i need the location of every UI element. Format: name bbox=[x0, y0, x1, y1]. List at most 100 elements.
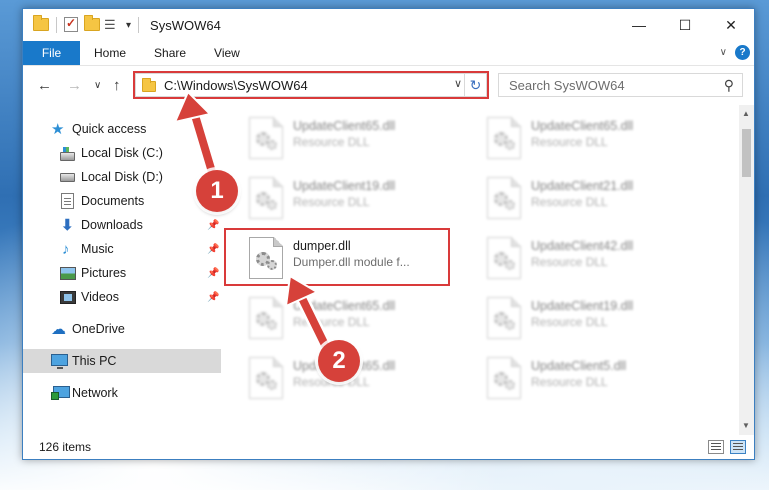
window-controls: — ☐ ✕ bbox=[616, 9, 754, 41]
pin-icon[interactable]: 📌 bbox=[207, 244, 219, 255]
dll-file-icon bbox=[487, 117, 521, 159]
file-tile[interactable]: UpdateClient65.dll Resource DLL bbox=[243, 293, 471, 347]
navigation-pane: ★ Quick access Local Disk (C:) ▪ Local D… bbox=[23, 105, 221, 435]
file-tile[interactable]: UpdateClient5.dll Resource DLL bbox=[481, 353, 709, 407]
sidebar-item-label: Downloads bbox=[81, 218, 143, 232]
step-1-callout: 1 bbox=[196, 170, 238, 212]
scroll-thumb[interactable] bbox=[742, 129, 751, 177]
view-switcher bbox=[708, 440, 746, 454]
address-row: ← → ∨ ↑ C:\Windows\SysWOW64 ∨ ↻ Search S… bbox=[23, 65, 754, 105]
sidebar-item-label: Quick access bbox=[72, 122, 147, 136]
music-icon: ♪ bbox=[62, 240, 70, 258]
up-button[interactable]: ↑ bbox=[113, 77, 121, 94]
address-highlight-box bbox=[133, 71, 489, 99]
ribbon-right-controls: ∨ ? bbox=[720, 45, 750, 60]
properties-icon[interactable] bbox=[64, 16, 80, 33]
sidebar-item-label: Network bbox=[72, 386, 118, 400]
window-title: SysWOW64 bbox=[150, 17, 221, 33]
search-input[interactable]: Search SysWOW64 ⚲ bbox=[498, 73, 743, 97]
file-name: UpdateClient19.dll bbox=[293, 179, 396, 193]
status-bar: 126 items bbox=[23, 435, 754, 459]
onedrive-icon: ☁ bbox=[51, 321, 66, 338]
sidebar-item-documents[interactable]: Documents ▪ bbox=[23, 189, 221, 213]
search-placeholder[interactable]: Search SysWOW64 bbox=[509, 78, 724, 93]
file-name: UpdateClient21.dll bbox=[531, 179, 634, 193]
qat-dropdown-icon[interactable]: ▾ bbox=[126, 20, 131, 31]
minimize-button[interactable]: — bbox=[616, 9, 662, 41]
step-2-callout: 2 bbox=[318, 340, 360, 382]
file-highlight-box bbox=[224, 228, 450, 286]
maximize-button[interactable]: ☐ bbox=[662, 9, 708, 41]
file-tile[interactable]: UpdateClient19.dll Resource DLL bbox=[243, 173, 471, 227]
file-name: UpdateClient65.dll bbox=[531, 119, 634, 133]
sidebar-item-label: Documents bbox=[81, 194, 145, 208]
file-tile[interactable]: UpdateClient65.dll Resource DLL bbox=[481, 113, 709, 167]
folder-icon bbox=[33, 15, 49, 33]
pictures-icon bbox=[60, 267, 76, 280]
pin-icon[interactable]: 📌 bbox=[207, 220, 219, 231]
sidebar-item-downloads[interactable]: ⬇ Downloads 📌 bbox=[23, 213, 221, 237]
file-tile[interactable]: UpdateClient42.dll Resource DLL bbox=[481, 233, 709, 287]
sidebar-item-music[interactable]: ♪ Music 📌 bbox=[23, 237, 221, 261]
back-button[interactable]: ← bbox=[37, 77, 52, 94]
star-icon: ★ bbox=[51, 121, 65, 138]
pin-icon[interactable]: 📌 bbox=[207, 292, 219, 303]
file-description: Resource DLL bbox=[293, 315, 370, 329]
network-icon bbox=[51, 386, 70, 400]
expand-ribbon-icon[interactable]: ∨ bbox=[720, 47, 727, 58]
pin-icon[interactable]: ▪ bbox=[207, 148, 211, 159]
sidebar-item-onedrive[interactable]: ☁ OneDrive bbox=[23, 317, 221, 341]
customize-toolbar-icon[interactable]: ☰ bbox=[104, 17, 120, 33]
file-tile[interactable]: UpdateClient65.dll Resource DLL bbox=[243, 113, 471, 167]
sidebar-item-pictures[interactable]: Pictures 📌 bbox=[23, 261, 221, 285]
file-description: Resource DLL bbox=[531, 195, 608, 209]
local-disk-icon bbox=[60, 147, 75, 161]
file-description: Resource DLL bbox=[531, 135, 608, 149]
sidebar-item-videos[interactable]: Videos 📌 bbox=[23, 285, 221, 309]
dll-file-icon bbox=[487, 177, 521, 219]
dll-file-icon bbox=[249, 297, 283, 339]
file-description: Resource DLL bbox=[293, 135, 370, 149]
vertical-scrollbar[interactable]: ▲ ▼ bbox=[739, 105, 754, 435]
tab-share[interactable]: Share bbox=[140, 41, 200, 65]
sidebar-item-label: Music bbox=[81, 242, 114, 256]
sidebar-item-local-disk-d[interactable]: Local Disk (D:) ▪ bbox=[23, 165, 221, 189]
tiles-view-icon[interactable] bbox=[730, 440, 746, 454]
this-pc-icon bbox=[51, 354, 68, 369]
dll-file-icon bbox=[487, 237, 521, 279]
tab-view[interactable]: View bbox=[200, 41, 254, 65]
help-icon[interactable]: ? bbox=[735, 45, 750, 60]
sidebar-item-label: Local Disk (D:) bbox=[81, 170, 163, 184]
sidebar-item-label: This PC bbox=[72, 354, 117, 368]
file-tile[interactable]: UpdateClient21.dll Resource DLL bbox=[481, 173, 709, 227]
close-button[interactable]: ✕ bbox=[708, 9, 754, 41]
details-view-icon[interactable] bbox=[708, 440, 724, 454]
file-name: UpdateClient65.dll bbox=[293, 119, 396, 133]
tab-home[interactable]: Home bbox=[80, 41, 140, 65]
pin-icon[interactable]: 📌 bbox=[207, 268, 219, 279]
new-folder-icon[interactable] bbox=[84, 15, 100, 33]
videos-icon bbox=[60, 291, 76, 304]
sidebar-item-quick-access[interactable]: ★ Quick access bbox=[23, 117, 221, 141]
item-count: 126 items bbox=[39, 440, 92, 454]
file-description: Resource DLL bbox=[531, 255, 608, 269]
local-disk-icon bbox=[60, 173, 75, 182]
search-icon: ⚲ bbox=[723, 76, 734, 93]
sidebar-item-label: Pictures bbox=[81, 266, 127, 280]
scroll-up-icon[interactable]: ▲ bbox=[742, 109, 750, 118]
dll-file-icon bbox=[487, 357, 521, 399]
forward-button[interactable]: → bbox=[67, 77, 82, 94]
file-tile[interactable]: UpdateClient19.dll Resource DLL bbox=[481, 293, 709, 347]
tab-file[interactable]: File bbox=[23, 41, 80, 65]
recent-locations-button[interactable]: ∨ bbox=[94, 80, 101, 91]
sidebar-item-network[interactable]: Network bbox=[23, 381, 221, 405]
dll-file-icon bbox=[487, 297, 521, 339]
file-name: UpdateClient5.dll bbox=[531, 359, 627, 373]
scroll-down-icon[interactable]: ▼ bbox=[742, 421, 750, 430]
sidebar-item-local-disk-c[interactable]: Local Disk (C:) ▪ bbox=[23, 141, 221, 165]
dll-file-icon bbox=[249, 177, 283, 219]
file-name: UpdateClient65.dll bbox=[293, 299, 396, 313]
sidebar-item-this-pc[interactable]: This PC bbox=[23, 349, 221, 373]
documents-icon bbox=[61, 193, 74, 209]
toolbar-divider bbox=[56, 17, 57, 33]
